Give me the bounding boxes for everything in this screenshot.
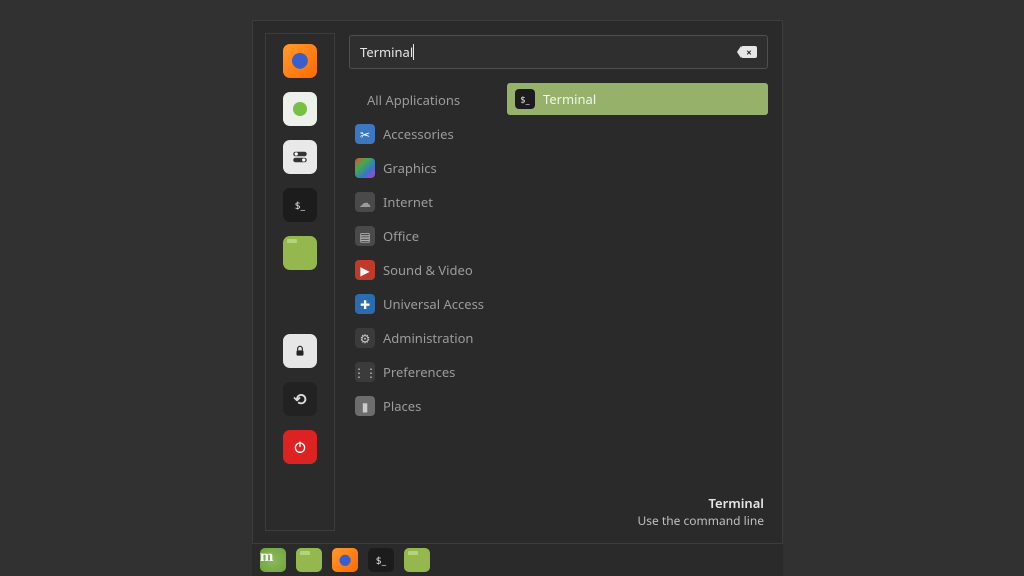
category-list: All Applications ✂ Accessories Graphics ☁ Int…: [349, 83, 499, 491]
result-terminal[interactable]: $_ Terminal: [507, 83, 768, 115]
category-label: Preferences: [383, 363, 455, 381]
sound-video-icon: ▶: [355, 260, 375, 280]
terminal-icon: $_: [515, 89, 535, 109]
category-universal-access[interactable]: ✚ Universal Access: [349, 287, 499, 321]
office-icon: ▤: [355, 226, 375, 246]
taskbar-desktop[interactable]: [294, 547, 324, 573]
category-label: All Applications: [367, 91, 460, 109]
taskbar-firefox[interactable]: [330, 547, 360, 573]
results-list: $_ Terminal: [499, 83, 768, 491]
taskbar: [252, 544, 783, 576]
clear-search-icon[interactable]: [741, 46, 757, 58]
fav-firefox[interactable]: [283, 44, 317, 78]
category-sound-video[interactable]: ▶ Sound & Video: [349, 253, 499, 287]
category-all-applications[interactable]: All Applications: [349, 83, 499, 117]
taskbar-terminal[interactable]: [366, 547, 396, 573]
category-label: Office: [383, 227, 419, 245]
category-label: Administration: [383, 329, 473, 347]
fav-power[interactable]: [283, 430, 317, 464]
administration-icon: ⚙: [355, 328, 375, 348]
fav-logout[interactable]: [283, 382, 317, 416]
category-label: Universal Access: [383, 295, 484, 313]
menu-right-pane: Terminal All Applications ✂ Accessories Gra…: [335, 21, 782, 543]
taskbar-menu[interactable]: [258, 547, 288, 573]
fav-files[interactable]: [283, 236, 317, 270]
universal-access-icon: ✚: [355, 294, 375, 314]
fav-settings[interactable]: [283, 140, 317, 174]
category-label: Places: [383, 397, 421, 415]
category-places[interactable]: ▮ Places: [349, 389, 499, 423]
favorites-column: [265, 33, 335, 531]
places-icon: ▮: [355, 396, 375, 416]
taskbar-files[interactable]: [402, 547, 432, 573]
accessories-icon: ✂: [355, 124, 375, 144]
fav-terminal[interactable]: [283, 188, 317, 222]
fav-lock[interactable]: [283, 334, 317, 368]
category-office[interactable]: ▤ Office: [349, 219, 499, 253]
search-field[interactable]: Terminal: [349, 35, 768, 69]
selection-subtitle: Use the command line: [349, 513, 764, 529]
search-text: Terminal: [360, 43, 413, 61]
result-label: Terminal: [543, 90, 596, 108]
category-label: Accessories: [383, 125, 454, 143]
category-administration[interactable]: ⚙ Administration: [349, 321, 499, 355]
category-label: Sound & Video: [383, 261, 473, 279]
selection-description: Terminal Use the command line: [349, 491, 768, 533]
category-internet[interactable]: ☁ Internet: [349, 185, 499, 219]
category-label: Internet: [383, 193, 433, 211]
fav-software[interactable]: [283, 92, 317, 126]
category-accessories[interactable]: ✂ Accessories: [349, 117, 499, 151]
application-menu: Terminal All Applications ✂ Accessories Gra…: [252, 20, 783, 544]
graphics-icon: [355, 158, 375, 178]
category-graphics[interactable]: Graphics: [349, 151, 499, 185]
preferences-icon: ⋮⋮: [355, 362, 375, 382]
internet-icon: ☁: [355, 192, 375, 212]
category-preferences[interactable]: ⋮⋮ Preferences: [349, 355, 499, 389]
category-label: Graphics: [383, 159, 437, 177]
selection-title: Terminal: [349, 495, 764, 513]
